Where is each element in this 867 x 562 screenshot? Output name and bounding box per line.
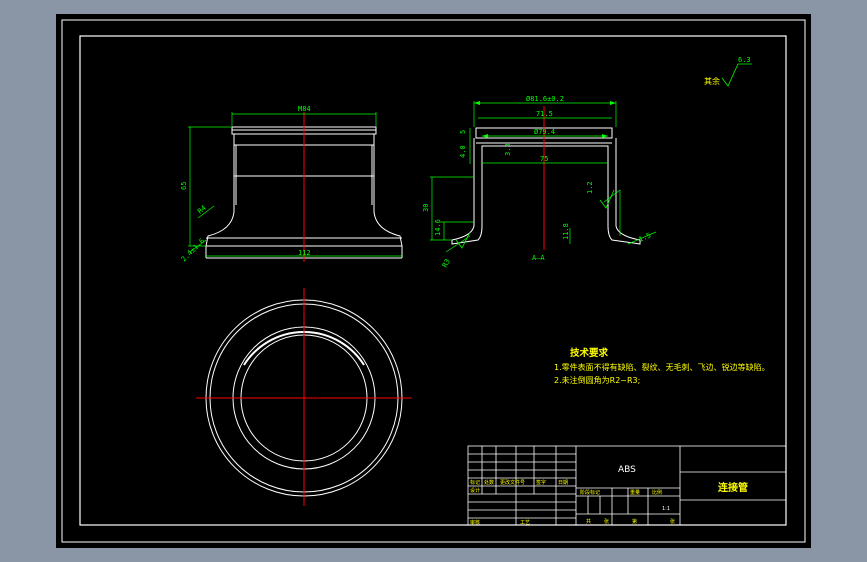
roughness-label: 其余	[704, 76, 720, 86]
dim-30: 30	[422, 204, 430, 212]
title-part-name: 连接管	[718, 481, 748, 494]
tb-sheet: 张	[604, 518, 609, 525]
tb-review: 审核	[470, 519, 480, 526]
section-label: A—A	[532, 254, 545, 262]
tb-count: 处数	[484, 479, 494, 486]
title-material: ABS	[618, 465, 636, 475]
tb-mark: 标记	[470, 479, 480, 486]
tb-date: 日期	[558, 480, 568, 486]
dim-71: 71.5	[536, 110, 553, 118]
tech-notes-title: 技术要求	[570, 347, 609, 359]
dim-m84: M84	[298, 105, 311, 113]
tb-page: 第	[632, 518, 637, 525]
tb-sheet2: 张	[670, 518, 675, 525]
tb-design: 设计	[470, 487, 480, 494]
tb-zone: 更改文件号	[500, 479, 525, 486]
dim-4: 4.0	[459, 145, 467, 158]
tb-sign: 签字	[536, 479, 546, 486]
dim-tol: 1.2	[586, 181, 594, 194]
dim-112: 112	[298, 249, 311, 257]
roughness-value: 6.3	[738, 56, 751, 64]
tb-weight: 重量	[630, 489, 640, 496]
dim-65: 65	[180, 182, 188, 190]
tb-craft: 工艺	[520, 520, 530, 526]
tb-stage: 阶段标记	[580, 489, 600, 496]
dim-75: 75	[540, 155, 548, 163]
cad-viewport[interactable]: M84 65 R4 2.4±1.6 112 Ø81.6±0.2 71.5 Ø79…	[0, 0, 867, 562]
dim-14: 14.6	[434, 219, 442, 236]
dim-outer-dia: Ø81.6±0.2	[526, 95, 564, 103]
tb-ratio: 比例	[652, 489, 662, 496]
drawing-sheet	[56, 14, 811, 548]
dim-5: 5	[459, 130, 467, 134]
dim-thk: 11.8	[562, 223, 570, 240]
tb-sheets: 共	[586, 518, 591, 525]
dim-wall: 3.3	[504, 143, 512, 156]
title-scale: 1:1	[662, 506, 670, 512]
drawing-canvas[interactable]: M84 65 R4 2.4±1.6 112 Ø81.6±0.2 71.5 Ø79…	[0, 0, 867, 562]
tech-note-2: 2.未注倒圆角为R2~R3;	[554, 375, 640, 385]
tech-note-1: 1.零件表面不得有缺陷、裂纹、无毛刺、飞边、锐边等缺陷。	[554, 362, 770, 372]
dim-79: Ø79.4	[534, 128, 555, 136]
